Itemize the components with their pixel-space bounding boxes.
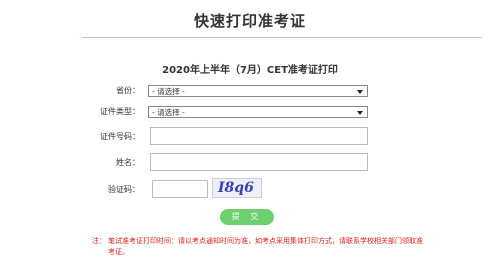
id-number-input[interactable] (150, 127, 368, 145)
note-prefix: 注： (92, 237, 106, 245)
id-number-label: 证件号码： (100, 132, 140, 141)
id-type-select-value: - 请选择 - (152, 108, 185, 117)
chevron-down-icon (357, 111, 363, 115)
form-heading: 2020年上半年（7月）CET准考证打印 (162, 65, 338, 76)
page-title: 快速打印准考证 (193, 12, 306, 30)
captcha-label: 验证码： (108, 185, 140, 194)
province-select-value: - 请选择 - (152, 87, 185, 96)
chevron-down-icon (357, 90, 363, 94)
note-text: 笔试准考证打印时间：请以考点通知时间为准，如考点采用集体打印方式，请联系学校相关… (108, 237, 423, 256)
captcha-input[interactable] (152, 180, 208, 198)
captcha-image-text: I8q6 (218, 180, 254, 196)
name-input[interactable] (150, 153, 368, 171)
id-type-select[interactable]: - 请选择 - (148, 106, 368, 118)
title-divider (82, 37, 482, 38)
name-label: 姓名： (116, 158, 140, 167)
submit-button[interactable]: 提 交 (220, 209, 274, 225)
province-select[interactable]: - 请选择 - (148, 85, 368, 97)
id-type-label: 证件类型： (100, 107, 140, 116)
captcha-image[interactable]: I8q6 (212, 178, 262, 198)
province-label: 省份： (116, 86, 140, 95)
